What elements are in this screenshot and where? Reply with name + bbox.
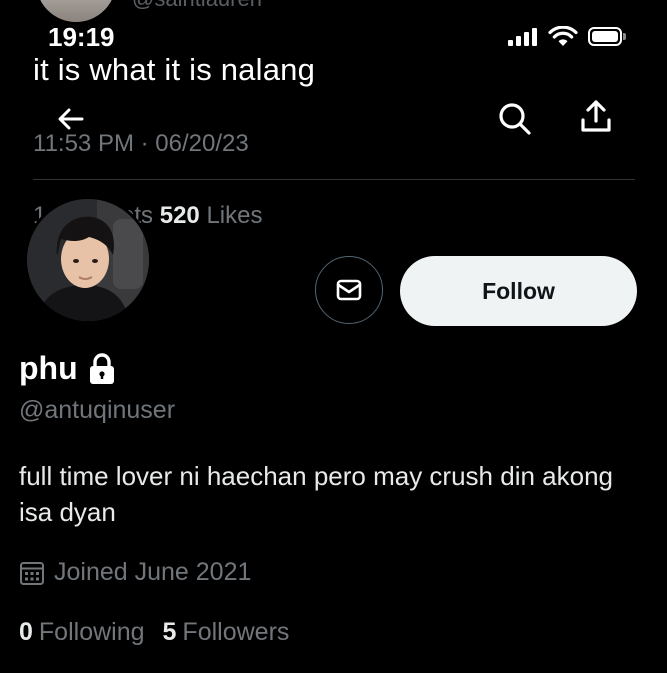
cellular-signal-icon (508, 28, 540, 46)
display-name: phu (19, 350, 117, 387)
followers-link[interactable]: 5 Followers (163, 618, 290, 647)
avatar-photo (27, 199, 149, 321)
follow-stats: 0 Following 5 Followers (19, 618, 289, 647)
status-bar-time: 19:19 (48, 22, 115, 52)
joined-date: Joined June 2021 (19, 558, 251, 587)
background-tweet-handle: @saintlauren (132, 0, 262, 12)
lock-icon (89, 352, 114, 384)
follow-button[interactable]: Follow (400, 256, 637, 326)
followers-count: 5 (162, 618, 177, 646)
battery-icon (588, 27, 626, 46)
share-icon[interactable] (576, 96, 616, 136)
avatar[interactable] (24, 196, 152, 324)
following-count: 0 (19, 618, 33, 646)
joined-text: Joined June 2021 (54, 558, 252, 586)
back-arrow-icon[interactable] (52, 98, 92, 138)
display-name-text: phu (19, 350, 78, 386)
message-button[interactable] (315, 256, 383, 324)
mail-icon (336, 279, 362, 301)
divider (33, 179, 635, 180)
search-icon[interactable] (494, 98, 534, 138)
profile-handle: @antuqinuser (19, 396, 176, 424)
background-tweet-text: it is what it is nalang (33, 52, 316, 87)
profile-bio: full time lover ni haechan pero may crus… (19, 461, 613, 527)
likes-label: Likes (206, 202, 263, 229)
likes-count: 520 (159, 202, 200, 229)
following-label: Following (38, 618, 145, 646)
calendar-icon (20, 561, 44, 585)
background-tweet-avatar (36, 0, 116, 22)
followers-label: Followers (182, 618, 290, 646)
following-link[interactable]: 0 Following (19, 618, 145, 647)
wifi-icon (548, 26, 578, 46)
